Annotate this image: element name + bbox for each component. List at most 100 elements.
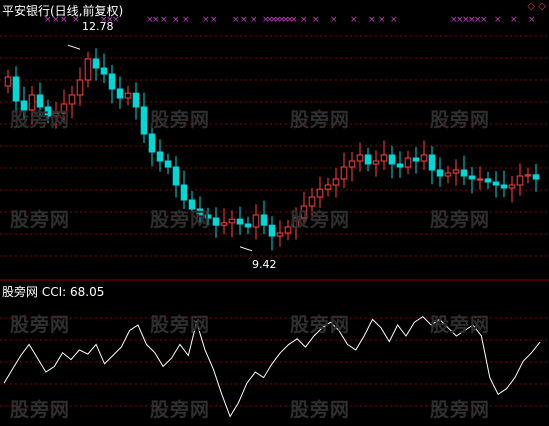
candle-body[interactable]: [68, 94, 76, 105]
watermark: 股旁网: [430, 314, 491, 336]
candle-body[interactable]: [396, 163, 404, 168]
candle-body[interactable]: [508, 184, 516, 189]
candle-body[interactable]: [428, 154, 436, 171]
volume-marker: ×: [182, 15, 190, 25]
candle-body[interactable]: [260, 214, 268, 226]
volume-marker: ×: [240, 15, 248, 25]
low-pointer: [239, 246, 253, 252]
indicator-source: 股旁网: [2, 285, 39, 299]
candle-body[interactable]: [316, 188, 324, 198]
volume-marker: ×: [160, 15, 168, 25]
candle-body[interactable]: [532, 174, 540, 180]
candle-body[interactable]: [116, 88, 124, 99]
volume-marker: ×: [350, 15, 358, 25]
chart-title: 平安银行(日线,前复权): [2, 4, 124, 18]
candle-body[interactable]: [12, 76, 20, 102]
candle-body[interactable]: [452, 169, 460, 174]
watermark: 股旁网: [150, 109, 211, 131]
candle-body[interactable]: [156, 151, 164, 162]
watermark: 股旁网: [150, 314, 211, 336]
volume-marker: ×: [330, 15, 338, 25]
candle-body[interactable]: [84, 58, 92, 81]
candle-body[interactable]: [444, 172, 452, 177]
watermark: 股旁网: [150, 209, 211, 231]
volume-marker: ×: [152, 15, 160, 25]
high-pointer: [67, 44, 81, 50]
volume-marker: ×: [232, 15, 240, 25]
header-buttons[interactable]: ◇ ◇: [527, 1, 546, 12]
volume-marker: ×: [480, 15, 488, 25]
watermark: 股旁网: [430, 209, 491, 231]
candle-body[interactable]: [484, 178, 492, 183]
indicator-value: 68.05: [70, 285, 105, 299]
volume-marker: ×: [290, 15, 298, 25]
watermark: 股旁网: [10, 314, 71, 336]
candle-body[interactable]: [268, 224, 276, 237]
watermark: 股旁网: [430, 109, 491, 131]
watermark: 股旁网: [290, 399, 351, 421]
volume-marker: ×: [368, 15, 376, 25]
candle-body[interactable]: [244, 223, 252, 228]
candle-body[interactable]: [4, 76, 12, 87]
candle-body[interactable]: [492, 181, 500, 186]
watermark: 股旁网: [290, 314, 351, 336]
candle-body[interactable]: [332, 178, 340, 186]
candle-body[interactable]: [180, 184, 188, 201]
candle-body[interactable]: [412, 157, 420, 162]
watermark: 股旁网: [290, 109, 351, 131]
candle-body[interactable]: [100, 67, 108, 75]
volume-marker: ×: [172, 15, 180, 25]
indicator-label: 股旁网 CCI: 68.05: [2, 283, 104, 300]
volume-marker: ×: [378, 15, 386, 25]
candle-body[interactable]: [356, 154, 364, 162]
volume-marker: ×: [300, 15, 308, 25]
candle-body[interactable]: [372, 160, 380, 165]
candle-body[interactable]: [436, 169, 444, 177]
volume-marker: ×: [494, 15, 502, 25]
candle-body[interactable]: [124, 92, 132, 99]
volume-marker: ×: [390, 15, 398, 25]
watermark: 股旁网: [150, 399, 211, 421]
volume-marker: ×: [250, 15, 258, 25]
watermark: 股旁网: [10, 109, 71, 131]
indicator-name: CCI: [41, 285, 63, 299]
candle-body[interactable]: [380, 154, 388, 162]
candle-body[interactable]: [148, 133, 156, 153]
watermark: 股旁网: [430, 399, 491, 421]
candle-body[interactable]: [236, 218, 244, 225]
candle-body[interactable]: [500, 184, 508, 189]
volume-marker: ×: [312, 15, 320, 25]
watermark: 股旁网: [290, 209, 351, 231]
candle-body[interactable]: [476, 178, 484, 181]
candle-body[interactable]: [228, 218, 236, 224]
diamond-icon[interactable]: ◇: [527, 1, 535, 12]
candle-body[interactable]: [252, 214, 260, 228]
candle-body[interactable]: [404, 157, 412, 168]
candle-body[interactable]: [132, 92, 140, 108]
candle-body[interactable]: [172, 166, 180, 186]
candle-body[interactable]: [164, 160, 172, 168]
watermark: 股旁网: [10, 209, 71, 231]
candle-body[interactable]: [108, 73, 116, 90]
candle-body[interactable]: [140, 106, 148, 135]
candle-body[interactable]: [348, 160, 356, 168]
candle-body[interactable]: [212, 217, 220, 226]
candle-body[interactable]: [276, 232, 284, 237]
candle-body[interactable]: [92, 58, 100, 69]
candle-body[interactable]: [460, 169, 468, 177]
candle-body[interactable]: [516, 175, 524, 186]
low-price-label: 9.42: [252, 258, 277, 271]
volume-marker: ×: [510, 15, 518, 25]
candle-body[interactable]: [364, 154, 372, 165]
candle-body[interactable]: [220, 222, 228, 226]
candle-body[interactable]: [524, 174, 532, 177]
candle-body[interactable]: [76, 79, 84, 96]
high-price-label: 12.78: [82, 20, 114, 33]
candle-body[interactable]: [468, 175, 476, 180]
candle-body[interactable]: [420, 154, 428, 162]
candle-body[interactable]: [340, 166, 348, 180]
diamond-icon[interactable]: ◇: [538, 1, 546, 12]
indicator-separator: :: [62, 285, 67, 299]
candle-body[interactable]: [388, 154, 396, 165]
candle-body[interactable]: [324, 184, 332, 190]
